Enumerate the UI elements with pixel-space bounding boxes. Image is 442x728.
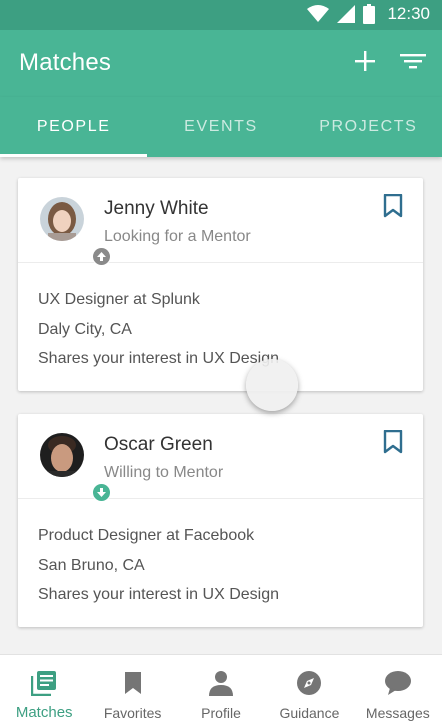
person-role: Looking for a Mentor xyxy=(104,228,251,245)
nav-item-guidance[interactable]: Guidance xyxy=(265,655,353,728)
person-role: Willing to Mentor xyxy=(104,464,224,481)
job-title: Product Designer at Facebook xyxy=(38,527,255,544)
status-time: 12:30 xyxy=(387,4,430,23)
signal-icon xyxy=(337,5,356,23)
page-title: Matches xyxy=(19,49,112,76)
status-icons: 12:30 xyxy=(307,4,430,24)
arrow-down-icon xyxy=(92,483,111,502)
nav-item-profile[interactable]: Profile xyxy=(177,655,265,728)
job-title: UX Designer at Splunk xyxy=(38,291,200,308)
battery-icon xyxy=(363,4,376,24)
touch-indicator xyxy=(246,359,298,411)
nav-item-messages[interactable]: Messages xyxy=(354,655,442,728)
person-icon xyxy=(208,669,234,697)
app-bar: Matches xyxy=(0,30,442,97)
bottom-nav: Matches Favorites Profile Guidance Messa… xyxy=(0,654,442,728)
bookmark-icon[interactable] xyxy=(383,193,403,223)
nav-item-matches[interactable]: Matches xyxy=(0,655,88,728)
bookmark-icon[interactable] xyxy=(383,429,403,459)
match-card-details: Product Designer at Facebook San Bruno, … xyxy=(18,499,423,610)
compass-icon xyxy=(296,669,322,697)
app-actions xyxy=(354,50,426,77)
match-card[interactable]: Oscar Green Willing to Mentor Product De… xyxy=(18,414,423,627)
wifi-icon xyxy=(307,5,330,23)
location: San Bruno, CA xyxy=(38,556,145,574)
chat-bubble-icon xyxy=(384,669,412,697)
match-card-header: Oscar Green Willing to Mentor xyxy=(18,414,423,502)
nav-item-favorites[interactable]: Favorites xyxy=(88,655,176,728)
match-card[interactable]: Jenny White Looking for a Mentor UX Desi… xyxy=(18,178,423,391)
nav-label: Messages xyxy=(365,705,430,721)
arrow-up-icon xyxy=(92,247,111,266)
avatar[interactable] xyxy=(40,197,111,266)
person-name: Jenny White xyxy=(104,198,209,219)
nav-label: Guidance xyxy=(279,705,340,721)
tab-projects[interactable]: PROJECTS xyxy=(295,97,442,157)
nav-label: Profile xyxy=(201,705,241,721)
shared-interest: Shares your interest in UX Design xyxy=(38,586,279,603)
bookmark-icon xyxy=(124,669,142,697)
tab-events[interactable]: EVENTS xyxy=(147,97,294,157)
match-card-header: Jenny White Looking for a Mentor xyxy=(18,178,423,266)
filter-icon[interactable] xyxy=(400,51,426,76)
tab-people[interactable]: PEOPLE xyxy=(0,97,148,157)
status-bar: 12:30 xyxy=(0,0,442,30)
nav-label: Matches xyxy=(15,704,73,721)
nav-label: Favorites xyxy=(103,705,162,721)
avatar[interactable] xyxy=(40,433,111,502)
shared-interest: Shares your interest in UX Design xyxy=(38,350,279,367)
tab-bar: PEOPLE EVENTS PROJECTS xyxy=(0,97,442,157)
add-icon[interactable] xyxy=(354,50,376,77)
match-card-details: UX Designer at Splunk Daly City, CA Shar… xyxy=(18,263,423,374)
location: Daly City, CA xyxy=(38,320,132,338)
person-name: Oscar Green xyxy=(104,434,213,455)
matches-icon xyxy=(31,669,57,697)
